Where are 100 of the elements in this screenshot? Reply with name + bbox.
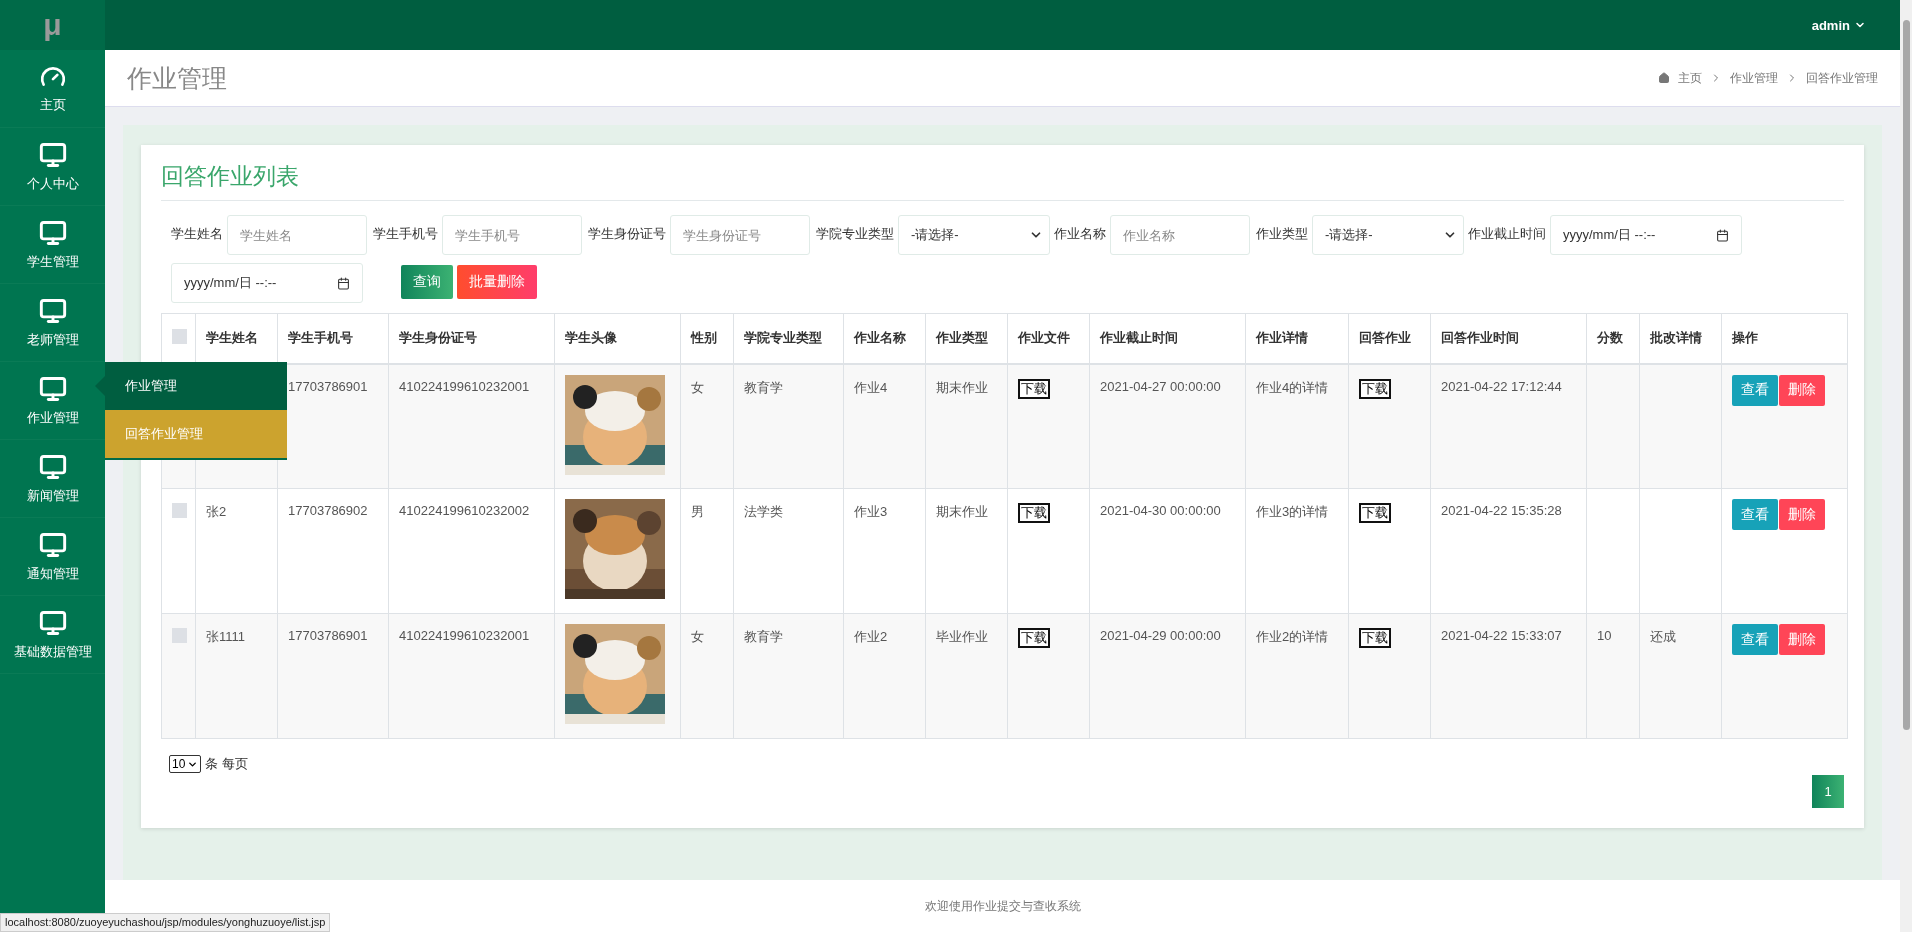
download-link[interactable]: 下载 xyxy=(1359,503,1391,523)
table-cell: 法学类 xyxy=(744,504,783,519)
page-size-label: 条 每页 xyxy=(205,755,248,773)
table-cell: 410224199610232002 xyxy=(399,503,530,518)
breadcrumb-link[interactable]: 主页 xyxy=(1678,69,1702,87)
checkbox[interactable] xyxy=(172,329,187,345)
column-header: 学生身份证号 xyxy=(388,313,555,364)
datetime-field[interactable]: yyyy/mm/日 --:-- xyxy=(171,263,363,303)
text-field[interactable]: 学生姓名 xyxy=(227,215,367,255)
table-cell: 作业4 xyxy=(854,379,888,395)
table-cell: 作业3 xyxy=(854,504,888,519)
table-cell: 教育学 xyxy=(744,379,783,395)
select-field[interactable]: -请选择- xyxy=(1312,215,1464,255)
submenu-item[interactable]: 作业管理 xyxy=(105,362,287,410)
text-field[interactable]: 作业名称 xyxy=(1110,215,1250,255)
column-header: 学院专业类型 xyxy=(733,313,844,364)
table-cell: 2021-04-30 00:00:00 xyxy=(1100,503,1221,518)
delete-button[interactable]: 删除 xyxy=(1779,374,1825,406)
page-title: 作业管理 xyxy=(127,62,227,94)
table-cell: 作业4的详情 xyxy=(1256,379,1329,395)
search-button[interactable]: 查询 xyxy=(401,265,453,299)
checkbox[interactable] xyxy=(172,503,187,518)
table-cell: 2021-04-29 00:00:00 xyxy=(1100,628,1221,643)
user-menu[interactable]: admin xyxy=(1811,17,1866,33)
view-button[interactable]: 查看 xyxy=(1732,499,1778,530)
column-header: 操作 xyxy=(1721,313,1848,364)
table-cell: 2021-04-22 15:35:28 xyxy=(1441,503,1562,518)
table-cell: 女 xyxy=(691,629,704,644)
column-header: 学生手机号 xyxy=(277,313,389,364)
calendar-icon xyxy=(337,276,350,290)
table-cell: 男 xyxy=(691,504,704,519)
table-cell: 2021-04-22 15:33:07 xyxy=(1441,628,1562,643)
table-cell: 10 xyxy=(1597,628,1612,643)
sidebar-item[interactable]: 老师管理 xyxy=(0,284,105,362)
table-cell: 期末作业 xyxy=(936,504,988,519)
download-link[interactable]: 下载 xyxy=(1018,378,1050,399)
table-cell: 410224199610232001 xyxy=(399,628,530,643)
table-cell: 17703786901 xyxy=(288,628,368,643)
column-header: 作业详情 xyxy=(1245,313,1349,364)
table-cell: 410224199610232001 xyxy=(399,378,530,394)
table-cell: 教育学 xyxy=(744,629,783,644)
column-header: 回答作业 xyxy=(1348,313,1431,364)
monitor-icon xyxy=(38,218,67,247)
card-title: 回答作业列表 xyxy=(161,161,1844,201)
sidebar-item[interactable]: 个人中心 xyxy=(0,128,105,206)
filter-label: 学院专业类型 xyxy=(816,225,894,243)
monitor-icon xyxy=(38,608,67,637)
column-header: 学生头像 xyxy=(554,313,681,364)
sidebar-item[interactable]: 通知管理 xyxy=(0,518,105,596)
delete-button[interactable]: 删除 xyxy=(1779,624,1825,655)
logo: μ xyxy=(0,0,105,50)
datetime-field[interactable]: yyyy/mm/日 --:-- xyxy=(1550,215,1742,255)
monitor-icon xyxy=(38,296,67,325)
filter-label: 学生身份证号 xyxy=(588,225,666,243)
filter-label: 作业截止时间 xyxy=(1468,225,1546,243)
download-link[interactable]: 下载 xyxy=(1359,628,1391,648)
status-url: localhost:8080/zuoyeyuchashou/jsp/modules/yonghuzuoye/list.jsp xyxy=(0,913,331,932)
table-cell: 期末作业 xyxy=(936,379,988,395)
filter-label: 学生姓名 xyxy=(171,225,223,243)
view-button[interactable]: 查看 xyxy=(1732,374,1778,406)
table-cell: 张2 xyxy=(206,504,227,519)
batch-delete-button[interactable]: 批量删除 xyxy=(457,265,537,299)
column-header: 批改详情 xyxy=(1639,313,1722,364)
download-link[interactable]: 下载 xyxy=(1018,628,1050,648)
table-cell: 17703786901 xyxy=(288,378,368,394)
download-link[interactable]: 下载 xyxy=(1018,503,1050,523)
filter-label: 作业类型 xyxy=(1256,225,1308,243)
sidebar-item[interactable]: 学生管理 xyxy=(0,206,105,284)
page-size-select[interactable]: 10 xyxy=(169,755,202,773)
delete-button[interactable]: 删除 xyxy=(1779,499,1825,530)
table-cell: 女 xyxy=(691,379,704,395)
download-link[interactable]: 下载 xyxy=(1359,378,1391,399)
table-cell: 作业3的详情 xyxy=(1256,504,1329,519)
column-header: 学生姓名 xyxy=(195,313,278,364)
text-field[interactable]: 学生手机号 xyxy=(442,215,582,255)
page-button[interactable]: 1 xyxy=(1812,775,1844,808)
column-header: 性别 xyxy=(680,313,734,364)
column-header: 作业类型 xyxy=(925,313,1008,364)
table-cell: 作业2 xyxy=(854,629,888,644)
breadcrumb-link[interactable]: 作业管理 xyxy=(1730,69,1778,87)
sidebar-item[interactable]: 基础数据管理 xyxy=(0,596,105,674)
monitor-icon xyxy=(38,452,67,481)
monitor-icon xyxy=(38,530,67,559)
filter-label: 作业名称 xyxy=(1054,225,1106,243)
table-cell: 2021-04-22 17:12:44 xyxy=(1441,378,1562,394)
table-cell: 毕业作业 xyxy=(936,629,988,644)
view-button[interactable]: 查看 xyxy=(1732,624,1778,655)
text-field[interactable]: 学生身份证号 xyxy=(670,215,810,255)
calendar-icon xyxy=(1716,228,1729,242)
sidebar-item[interactable]: 新闻管理 xyxy=(0,440,105,518)
column-header: 回答作业时间 xyxy=(1430,313,1587,364)
column-header: 作业截止时间 xyxy=(1089,313,1246,364)
checkbox[interactable] xyxy=(172,628,187,643)
column-header: 分数 xyxy=(1586,313,1640,364)
column-header: 作业名称 xyxy=(843,313,926,364)
monitor-icon xyxy=(38,140,67,169)
select-field[interactable]: -请选择- xyxy=(898,215,1050,255)
table-cell: 17703786902 xyxy=(288,503,368,518)
table-cell: 还成 xyxy=(1650,629,1676,644)
breadcrumb-link[interactable]: 回答作业管理 xyxy=(1806,69,1878,87)
